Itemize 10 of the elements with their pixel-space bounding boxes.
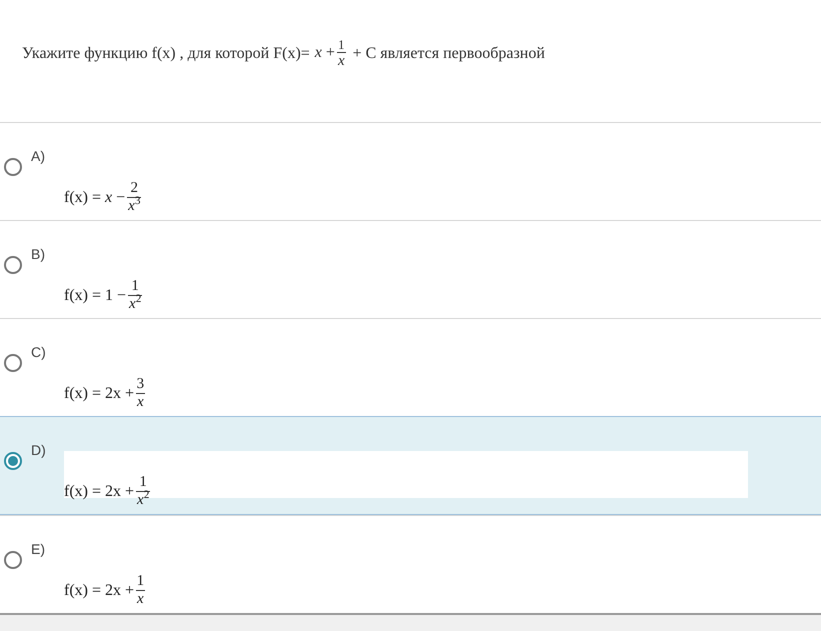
- radio-button[interactable]: [4, 354, 22, 372]
- radio-button[interactable]: [4, 551, 22, 569]
- option-label: C): [31, 345, 47, 359]
- radio-button[interactable]: [4, 452, 22, 470]
- option-label: B): [31, 247, 46, 261]
- radio-button[interactable]: [4, 158, 22, 176]
- option-label: A): [31, 149, 46, 163]
- option-label: E): [31, 542, 46, 556]
- option-label: D): [31, 443, 47, 457]
- radio-button[interactable]: [4, 256, 22, 274]
